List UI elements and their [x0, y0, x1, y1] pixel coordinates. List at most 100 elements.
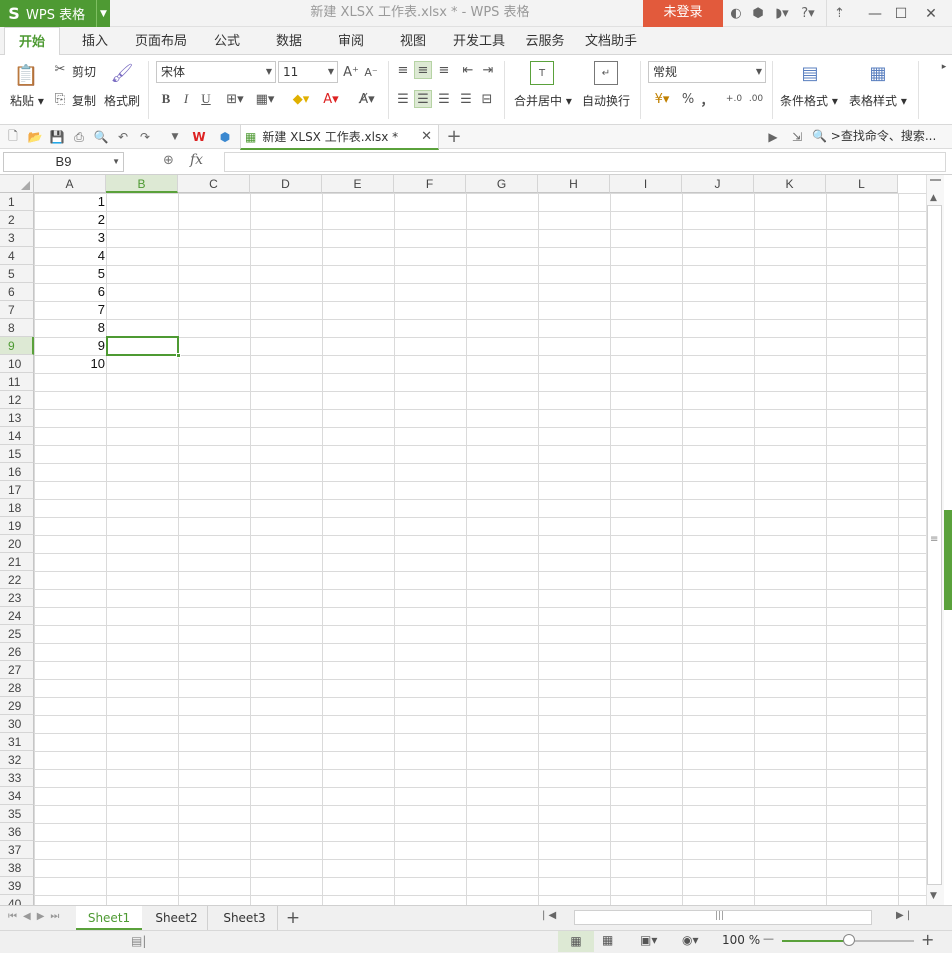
- undo-icon[interactable]: ↶: [114, 128, 132, 146]
- clear-format-icon[interactable]: A̸▾: [354, 89, 380, 109]
- cell-value[interactable]: 7: [35, 301, 105, 319]
- conditional-format-button[interactable]: 条件格式 ▾: [780, 92, 838, 109]
- row-header[interactable]: 9: [0, 337, 34, 355]
- column-header[interactable]: J: [682, 175, 754, 193]
- maximize-button[interactable]: ☐: [886, 0, 916, 27]
- tab-page-layout[interactable]: 页面布局: [130, 27, 192, 55]
- italic-button[interactable]: I: [178, 89, 194, 109]
- conditional-format-icon[interactable]: ▤: [798, 61, 822, 85]
- row-header[interactable]: 40: [0, 895, 34, 905]
- cell-value[interactable]: 3: [35, 229, 105, 247]
- cell-value[interactable]: 10: [35, 355, 105, 373]
- side-panel-toggle[interactable]: [944, 510, 952, 610]
- row-header[interactable]: 8: [0, 319, 34, 337]
- page-break-view-icon[interactable]: ▦: [602, 933, 613, 947]
- feedback-icon[interactable]: ◗▾: [770, 0, 794, 27]
- close-icon[interactable]: ✕: [421, 129, 432, 144]
- print-icon[interactable]: ⎙: [70, 128, 88, 146]
- upload-icon[interactable]: ⇡: [826, 0, 852, 27]
- column-header[interactable]: H: [538, 175, 610, 193]
- row-header[interactable]: 17: [0, 481, 34, 499]
- format-painter-button[interactable]: 格式刷: [104, 92, 140, 109]
- row-header[interactable]: 23: [0, 589, 34, 607]
- tab-formulas[interactable]: 公式: [204, 27, 250, 55]
- row-header[interactable]: 5: [0, 265, 34, 283]
- row-header[interactable]: 14: [0, 427, 34, 445]
- table-style-icon[interactable]: ▦: [866, 61, 890, 85]
- tab-cloud[interactable]: 云服务: [522, 27, 568, 55]
- column-header[interactable]: L: [826, 175, 898, 193]
- normal-view-icon[interactable]: ▦: [558, 931, 594, 952]
- select-all-corner[interactable]: [0, 175, 34, 193]
- currency-icon[interactable]: ¥▾: [648, 90, 676, 108]
- row-header[interactable]: 35: [0, 805, 34, 823]
- wps-w-icon[interactable]: W: [190, 128, 208, 146]
- number-format-select[interactable]: 常规 ▼: [648, 61, 766, 83]
- zoom-out-button[interactable]: —: [763, 932, 774, 945]
- row-header[interactable]: 10: [0, 355, 34, 373]
- zoom-level[interactable]: 100 %: [722, 933, 760, 947]
- font-size-select[interactable]: 11 ▼: [278, 61, 338, 83]
- command-search[interactable]: 🔍 >查找命令、搜索...: [812, 125, 952, 149]
- row-header[interactable]: 12: [0, 391, 34, 409]
- redo-icon[interactable]: ↷: [136, 128, 154, 146]
- cell-value[interactable]: 8: [35, 319, 105, 337]
- row-header[interactable]: 27: [0, 661, 34, 679]
- column-header[interactable]: K: [754, 175, 826, 193]
- scroll-up-icon[interactable]: ▲: [930, 193, 937, 203]
- scroll-top-icon[interactable]: [930, 179, 941, 181]
- row-header[interactable]: 13: [0, 409, 34, 427]
- row-header[interactable]: 22: [0, 571, 34, 589]
- row-header[interactable]: 39: [0, 877, 34, 895]
- row-header[interactable]: 31: [0, 733, 34, 751]
- cell-value[interactable]: 9: [35, 337, 105, 355]
- tab-developer[interactable]: 开发工具: [450, 27, 508, 55]
- scroll-left-icon[interactable]: | ◀: [542, 910, 556, 921]
- horizontal-scroll-thumb[interactable]: |||: [574, 910, 872, 925]
- eye-protection-icon[interactable]: ◉▾: [682, 933, 699, 947]
- fill-pattern-icon[interactable]: ▦▾: [252, 89, 278, 109]
- cell-value[interactable]: 5: [35, 265, 105, 283]
- cell-value[interactable]: 1: [35, 193, 105, 211]
- column-header[interactable]: A: [34, 175, 106, 193]
- column-header[interactable]: C: [178, 175, 250, 193]
- vertical-scroll-thumb[interactable]: ≡: [927, 205, 942, 885]
- new-tab-button[interactable]: +: [444, 126, 464, 148]
- add-sheet-button[interactable]: +: [282, 906, 304, 930]
- decrease-indent-icon[interactable]: ⇤: [460, 61, 476, 79]
- column-header[interactable]: E: [322, 175, 394, 193]
- name-box[interactable]: B9 ▼: [3, 152, 124, 172]
- row-header[interactable]: 28: [0, 679, 34, 697]
- help-icon[interactable]: ?▾: [796, 0, 820, 27]
- row-header[interactable]: 19: [0, 517, 34, 535]
- page-layout-view-icon[interactable]: ▣▾: [640, 933, 657, 947]
- cut-icon[interactable]: ✂: [52, 61, 68, 77]
- align-left-icon[interactable]: ☰: [395, 90, 411, 108]
- row-header[interactable]: 4: [0, 247, 34, 265]
- align-right-icon[interactable]: ☰: [436, 90, 452, 108]
- borders-icon[interactable]: ⊞▾: [222, 89, 248, 109]
- paste-button[interactable]: 粘贴 ▾: [10, 92, 44, 109]
- row-header[interactable]: 26: [0, 643, 34, 661]
- row-header[interactable]: 30: [0, 715, 34, 733]
- row-header[interactable]: 37: [0, 841, 34, 859]
- tab-home[interactable]: 开始: [4, 27, 60, 56]
- share-icon[interactable]: ⇲: [788, 128, 806, 146]
- row-header[interactable]: 32: [0, 751, 34, 769]
- insert-function-button[interactable]: fx: [190, 152, 203, 168]
- distribute-icon[interactable]: ⊟: [478, 90, 496, 108]
- tab-view[interactable]: 视图: [390, 27, 436, 55]
- align-top-icon[interactable]: ≡: [395, 61, 411, 79]
- customize-dropdown-icon[interactable]: ▼: [166, 128, 184, 146]
- sheet-tab-sheet2[interactable]: Sheet2: [146, 906, 208, 930]
- row-header[interactable]: 21: [0, 553, 34, 571]
- cut-button[interactable]: 剪切: [72, 63, 96, 80]
- table-style-button[interactable]: 表格样式 ▾: [849, 92, 907, 109]
- font-color-icon[interactable]: A▾: [318, 89, 344, 109]
- row-header[interactable]: 6: [0, 283, 34, 301]
- wrap-text-button[interactable]: 自动换行: [582, 92, 630, 109]
- spreadsheet-grid[interactable]: ABCDEFGHIJKL 1 2 3 4 5 6 7 8 9 10 11 12 13 14 15 16 17 18…: [0, 175, 926, 905]
- tab-doc-assistant[interactable]: 文档助手: [582, 27, 640, 55]
- cube-icon[interactable]: ⬢: [216, 128, 234, 146]
- row-header[interactable]: 36: [0, 823, 34, 841]
